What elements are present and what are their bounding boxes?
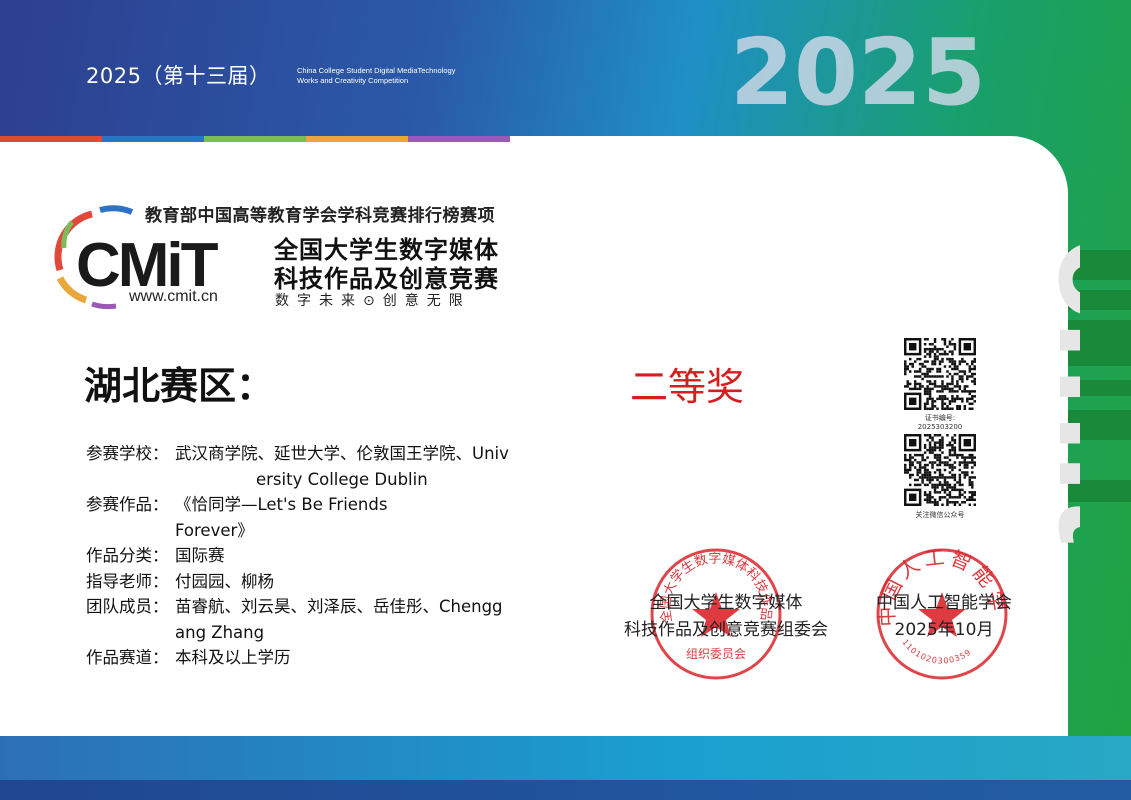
detail-row: 参赛作品： 《恰同学—Let's Be Friends <box>86 492 556 518</box>
organizer-committee: 全国大学生数字媒体 科技作品及创意竞赛组委会 <box>596 590 856 644</box>
detail-row-continued: ersity College Dublin <box>86 467 556 493</box>
region-title: 湖北赛区： <box>84 364 275 408</box>
detail-key: 作品赛道： <box>86 648 169 667</box>
detail-key: 指导老师： <box>86 571 169 591</box>
certificate-qr-code <box>904 338 976 410</box>
detail-value: 本科及以上学历 <box>175 648 291 667</box>
cert-no: 2025303200 <box>917 423 963 431</box>
session-label: 2025（第十三届） <box>86 64 271 88</box>
logo-url: www.cmit.cn <box>129 288 218 305</box>
organizer-caai: 中国人工智能学会 2025年10月 <box>858 590 1030 644</box>
color-stripe <box>204 136 306 142</box>
issue-date: 2025年10月 <box>894 620 994 640</box>
logo-top-line: 教育部中国高等教育学会学科竞赛排行榜赛项 <box>145 206 495 226</box>
wechat-label: 关注微信公众号 <box>915 511 965 519</box>
competition-english-name: China College Student Digital MediaTechn… <box>297 66 455 86</box>
detail-value: 苗睿航、刘云昊、刘泽辰、岳佳彤、Chengg <box>175 597 503 616</box>
color-stripes <box>0 136 510 142</box>
english-name-line2: Works and Creativity Competition <box>297 76 409 85</box>
logo-name-line2: 科技作品及创意竞赛 <box>274 265 499 293</box>
year-graphic: 2025 <box>730 30 986 116</box>
english-name-line1: China College Student Digital MediaTechn… <box>297 66 456 75</box>
detail-row-continued: Forever》 <box>86 518 556 544</box>
bottom-band-dark <box>0 780 1131 800</box>
detail-row: 作品赛道： 本科及以上学历 <box>86 645 556 671</box>
detail-key: 作品分类： <box>86 546 169 565</box>
detail-value-continued: Forever》 <box>175 520 254 540</box>
detail-row: 作品分类： 国际赛 <box>86 543 556 569</box>
watermark-text: cmit <box>1028 236 1080 544</box>
detail-key: 团队成员： <box>86 597 169 616</box>
year-graphic-text: 2025 <box>730 30 986 116</box>
cert-no-label: 证书编号: <box>924 414 956 422</box>
detail-row: 指导老师： 付园园、柳杨 <box>86 569 556 595</box>
color-stripe <box>102 136 204 142</box>
detail-value: 武汉商学院、延世大学、伦敦国王学院、Univ <box>175 444 509 463</box>
detail-row-continued: ang Zhang <box>86 620 556 646</box>
seal1-bottom-text: 组织委员会 <box>686 647 746 661</box>
detail-key: 参赛作品： <box>86 495 169 514</box>
logo-slogan: 数字未来⊙创意无限 <box>275 293 471 309</box>
wechat-qr-code <box>904 434 976 506</box>
detail-value-continued: ersity College Dublin <box>256 469 428 489</box>
color-stripe <box>408 136 510 142</box>
color-stripe <box>0 136 102 142</box>
detail-key: 参赛学校： <box>86 444 169 463</box>
color-stripe <box>306 136 408 142</box>
detail-value-continued: ang Zhang <box>175 622 265 642</box>
detail-value: 付园园、柳杨 <box>175 571 274 591</box>
detail-value: 《恰同学—Let's Be Friends <box>175 495 388 514</box>
detail-row: 团队成员： 苗睿航、刘云昊、刘泽辰、岳佳彤、Chengg <box>86 594 556 620</box>
org2-line1: 中国人工智能学会 <box>876 593 1012 613</box>
certificate-details: 参赛学校： 武汉商学院、延世大学、伦敦国王学院、Univ ersity Colleg… <box>86 441 556 671</box>
org1-line2: 科技作品及创意竞赛组委会 <box>624 620 828 640</box>
org1-line1: 全国大学生数字媒体 <box>649 593 803 613</box>
detail-row: 参赛学校： 武汉商学院、延世大学、伦敦国王学院、Univ <box>86 441 556 467</box>
award-level: 二等奖 <box>630 365 745 409</box>
detail-value: 国际赛 <box>175 546 225 565</box>
